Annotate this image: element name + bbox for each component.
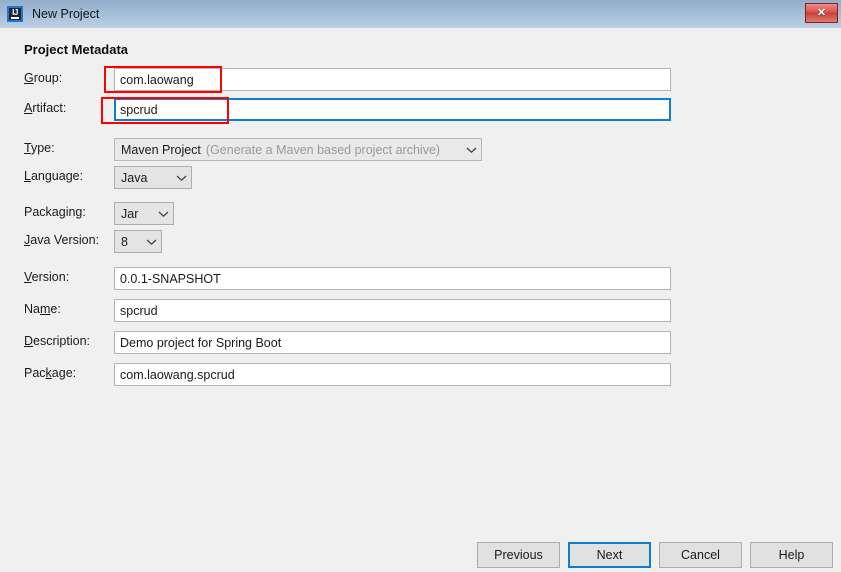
- java-version-dropdown[interactable]: 8: [114, 230, 162, 253]
- dialog-content: Project Metadata Group: Artifact: Type: Mav…: [0, 28, 841, 568]
- packaging-dropdown-value: Jar: [121, 206, 139, 221]
- help-button[interactable]: Help: [750, 542, 833, 568]
- language-dropdown[interactable]: Java: [114, 166, 192, 189]
- label-name: Name:: [24, 302, 61, 316]
- form-row-packaging: Packaging: Jar: [0, 202, 841, 226]
- form-row-artifact: Artifact:: [0, 98, 841, 122]
- chevron-down-icon: [456, 146, 477, 154]
- label-packaging: Packaging:: [24, 205, 86, 219]
- label-description: Description:: [24, 334, 91, 348]
- form-row-package: Package:: [0, 363, 841, 387]
- close-button[interactable]: ✕: [805, 3, 838, 23]
- chevron-down-icon: [136, 238, 157, 246]
- packaging-dropdown[interactable]: Jar: [114, 202, 174, 225]
- cancel-button[interactable]: Cancel: [659, 542, 742, 568]
- chevron-down-icon: [148, 210, 169, 218]
- description-input[interactable]: [114, 331, 671, 354]
- form-row-java-version: Java Version: 8: [0, 230, 841, 254]
- name-input[interactable]: [114, 299, 671, 322]
- form-row-group: Group:: [0, 68, 841, 92]
- label-type: Type:: [24, 141, 55, 155]
- form-row-language: Language: Java: [0, 166, 841, 190]
- form-row-version: Version:: [0, 267, 841, 291]
- intellij-idea-icon: IJ: [7, 6, 23, 22]
- version-input[interactable]: [114, 267, 671, 290]
- type-dropdown[interactable]: Maven Project (Generate a Maven based pro…: [114, 138, 482, 161]
- window-title: New Project: [32, 7, 100, 21]
- close-icon: ✕: [816, 6, 827, 19]
- label-artifact: Artifact:: [24, 101, 67, 115]
- type-dropdown-hint: (Generate a Maven based project archive): [205, 142, 441, 157]
- next-button[interactable]: Next: [568, 542, 651, 568]
- label-java-version: Java Version:: [24, 233, 100, 247]
- form-row-description: Description:: [0, 331, 841, 355]
- dialog-button-bar: Previous Next Cancel Help: [0, 542, 841, 572]
- java-version-dropdown-value: 8: [121, 234, 128, 249]
- group-input[interactable]: [114, 68, 671, 91]
- package-input[interactable]: [114, 363, 671, 386]
- artifact-input[interactable]: [114, 98, 671, 121]
- form-row-type: Type: Maven Project (Generate a Maven base…: [0, 138, 841, 162]
- language-dropdown-value: Java: [121, 170, 148, 185]
- form-row-name: Name:: [0, 299, 841, 323]
- label-version: Version:: [24, 270, 70, 284]
- label-group: Group:: [24, 71, 63, 85]
- type-dropdown-value: Maven Project: [121, 142, 201, 157]
- label-language: Language:: [24, 169, 84, 183]
- previous-button[interactable]: Previous: [477, 542, 560, 568]
- window-titlebar: IJ New Project ✕: [0, 0, 841, 28]
- page-title: Project Metadata: [24, 42, 129, 57]
- label-package: Package:: [24, 366, 77, 380]
- chevron-down-icon: [166, 174, 187, 182]
